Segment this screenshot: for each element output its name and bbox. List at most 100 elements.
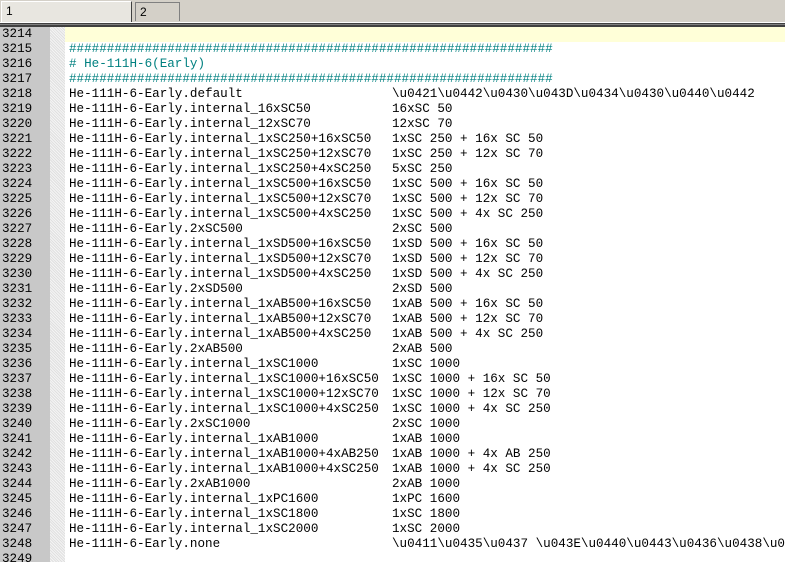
editor-line[interactable]: 3221 He-111H-6-Early.internal_1xSC250+16x… [0,132,785,147]
property-value: 2xAB 1000 [392,477,461,491]
line-text: He-111H-6-Early.internal_1xAB1000+4xAB25… [65,447,785,462]
editor-line[interactable]: 3235 He-111H-6-Early.2xAB500 2xAB 500 [0,342,785,357]
line-text: He-111H-6-Early.internal_1xAB500+4xSC250… [65,327,785,342]
property-key: He-111H-6-Early.internal_1xSC1000+12xSC7… [69,387,379,401]
tab-air-ini[interactable]: 2 air.ini [135,2,180,38]
property-key: He-111H-6-Early.internal_1xAB500+4xSC250 [69,327,372,341]
line-number: 3217 [2,72,33,86]
property-value: 1xAB 500 + 16x SC 50 [392,297,544,311]
line-text: He-111H-6-Early.internal_1xSC250+16xSC50… [65,132,785,147]
line-number: 3221 [2,132,33,146]
line-number: 3247 [2,522,33,536]
line-number: 3234 [2,327,33,341]
editor-line[interactable]: 3239 He-111H-6-Early.internal_1xSC1000+4x… [0,402,785,417]
editor-line[interactable]: 3231 He-111H-6-Early.2xSD500 2xSD 500 [0,282,785,297]
editor-line[interactable]: 3222 He-111H-6-Early.internal_1xSC250+12x… [0,147,785,162]
property-key: He-111H-6-Early.internal_1xSC2000 [69,522,319,536]
line-text: He-111H-6-Early.internal_1xAB500+12xSC70… [65,312,785,327]
line-number: 3219 [2,102,33,116]
editor-line[interactable]: 3233 He-111H-6-Early.internal_1xAB500+12x… [0,312,785,327]
editor-line[interactable]: 3241 He-111H-6-Early.internal_1xAB1000 1xA… [0,432,785,447]
property-key: He-111H-6-Early.internal_1xSC1800 [69,507,319,521]
editor-line[interactable]: 3224 He-111H-6-Early.internal_1xSC500+16x… [0,177,785,192]
editor-line[interactable]: 3240 He-111H-6-Early.2xSC1000 2xSC 1000 [0,417,785,432]
property-value: 2xSC 1000 [392,417,461,431]
property-value: 1xPC 1600 [392,492,461,506]
property-key: He-111H-6-Early.2xAB500 [69,342,243,356]
line-number: 3245 [2,492,33,506]
editor-line[interactable]: 3215 ####################################… [0,42,785,57]
line-number: 3229 [2,252,33,266]
line-text: He-111H-6-Early.internal_1xPC1600 1xPC 16… [65,492,785,507]
editor-line[interactable]: 3248 He-111H-6-Early.none \u0411\u0435\u04… [0,537,785,552]
line-text: He-111H-6-Early.internal_1xSD500+12xSC70… [65,252,785,267]
editor-line[interactable]: 3232 He-111H-6-Early.internal_1xAB500+16x… [0,297,785,312]
line-number: 3230 [2,267,33,281]
editor-line[interactable]: 3225 He-111H-6-Early.internal_1xSC500+12x… [0,192,785,207]
editor-line[interactable]: 3234 He-111H-6-Early.internal_1xAB500+4xS… [0,327,785,342]
line-text: He-111H-6-Early.internal_1xAB500+16xSC50… [65,297,785,312]
property-value: 1xSC 500 + 16x SC 50 [392,177,544,191]
property-key: He-111H-6-Early.2xSC500 [69,222,243,236]
editor-line[interactable]: 3214 [0,27,785,42]
property-value: 1xSC 1000 + 12x SC 70 [392,387,551,401]
editor-line[interactable]: 3226 He-111H-6-Early.internal_1xSC500+4xS… [0,207,785,222]
property-value: 1xSC 1000 + 16x SC 50 [392,372,551,386]
line-text: He-111H-6-Early.internal_1xSD500+4xSC250… [65,267,785,282]
editor-line[interactable]: 3245 He-111H-6-Early.internal_1xPC1600 1xP… [0,492,785,507]
line-text: He-111H-6-Early.2xSC1000 2xSC 1000 [65,417,785,432]
line-text: He-111H-6-Early.internal_1xAB1000 1xAB 10… [65,432,785,447]
line-text: # He-111H-6(Early) [65,57,785,72]
line-text: He-111H-6-Early.internal_1xSC250+12xSC70… [65,147,785,162]
editor-line[interactable]: 3247 He-111H-6-Early.internal_1xSC2000 1xS… [0,522,785,537]
editor-line[interactable]: 3227 He-111H-6-Early.2xSC500 2xSC 500 [0,222,785,237]
line-text: ########################################… [65,42,785,57]
editor-line[interactable]: 3243 He-111H-6-Early.internal_1xAB1000+4x… [0,462,785,477]
editor-line[interactable]: 3220 He-111H-6-Early.internal_12xSC70 12xS… [0,117,785,132]
editor-line[interactable]: 3219 He-111H-6-Early.internal_16xSC50 16xS… [0,102,785,117]
line-number: 3241 [2,432,33,446]
line-text: He-111H-6-Early.internal_1xSC500+4xSC250… [65,207,785,222]
line-number: 3223 [2,162,33,176]
editor-line[interactable]: 3249 [0,552,785,562]
property-value: 1xAB 1000 + 4x SC 250 [392,462,551,476]
text-editor[interactable]: 3214 3215 ################################… [0,27,785,562]
line-number: 3239 [2,402,33,416]
editor-line[interactable]: 3237 He-111H-6-Early.internal_1xSC1000+16… [0,372,785,387]
tab-weapons-ru-properties[interactable]: 1 weapons_ru.properties [1,1,132,37]
property-value: 5xSC 250 [392,162,453,176]
line-text: He-111H-6-Early.internal_1xSC250+4xSC250… [65,162,785,177]
property-value: 1xSC 500 + 12x SC 70 [392,192,544,206]
property-value: 1xSC 250 + 12x SC 70 [392,147,544,161]
line-text: He-111H-6-Early.internal_1xSC1800 1xSC 18… [65,507,785,522]
line-number: 3226 [2,207,33,221]
comment-text: ########################################… [69,72,553,86]
property-value: 1xAB 500 + 4x SC 250 [392,327,544,341]
line-text: He-111H-6-Early.internal_12xSC70 12xSC 70 [65,117,785,132]
line-text: He-111H-6-Early.default \u0421\u0442\u043… [65,87,785,102]
property-value: 1xSC 2000 [392,522,461,536]
editor-line[interactable]: 3230 He-111H-6-Early.internal_1xSD500+4xS… [0,267,785,282]
property-value: 1xAB 1000 [392,432,461,446]
line-number: 3236 [2,357,33,371]
tab-bar: 1 weapons_ru.properties 2 air.ini [0,0,785,38]
editor-line[interactable]: 3217 ####################################… [0,72,785,87]
property-value: \u0411\u0435\u0437 \u043E\u0440\u0443\u0… [392,537,785,551]
line-text [65,27,785,42]
property-value: 1xSC 250 + 16x SC 50 [392,132,544,146]
line-text: He-111H-6-Early.internal_1xSC1000+12xSC7… [65,387,785,402]
property-value: 16xSC 50 [392,102,453,116]
editor-line[interactable]: 3216 # He-111H-6(Early) [0,57,785,72]
editor-line[interactable]: 3236 He-111H-6-Early.internal_1xSC1000 1xS… [0,357,785,372]
editor-line[interactable]: 3244 He-111H-6-Early.2xAB1000 2xAB 1000 [0,477,785,492]
line-number: 3242 [2,447,33,461]
editor-line[interactable]: 3238 He-111H-6-Early.internal_1xSC1000+12… [0,387,785,402]
editor-line[interactable]: 3242 He-111H-6-Early.internal_1xAB1000+4x… [0,447,785,462]
line-text: He-111H-6-Early.2xSD500 2xSD 500 [65,282,785,297]
editor-line[interactable]: 3218 He-111H-6-Early.default \u0421\u0442\… [0,87,785,102]
editor-line[interactable]: 3229 He-111H-6-Early.internal_1xSD500+12x… [0,252,785,267]
editor-line[interactable]: 3228 He-111H-6-Early.internal_1xSD500+16x… [0,237,785,252]
editor-line[interactable]: 3223 He-111H-6-Early.internal_1xSC250+4xS… [0,162,785,177]
editor-line[interactable]: 3246 He-111H-6-Early.internal_1xSC1800 1xS… [0,507,785,522]
property-key: He-111H-6-Early.2xSC1000 [69,417,251,431]
